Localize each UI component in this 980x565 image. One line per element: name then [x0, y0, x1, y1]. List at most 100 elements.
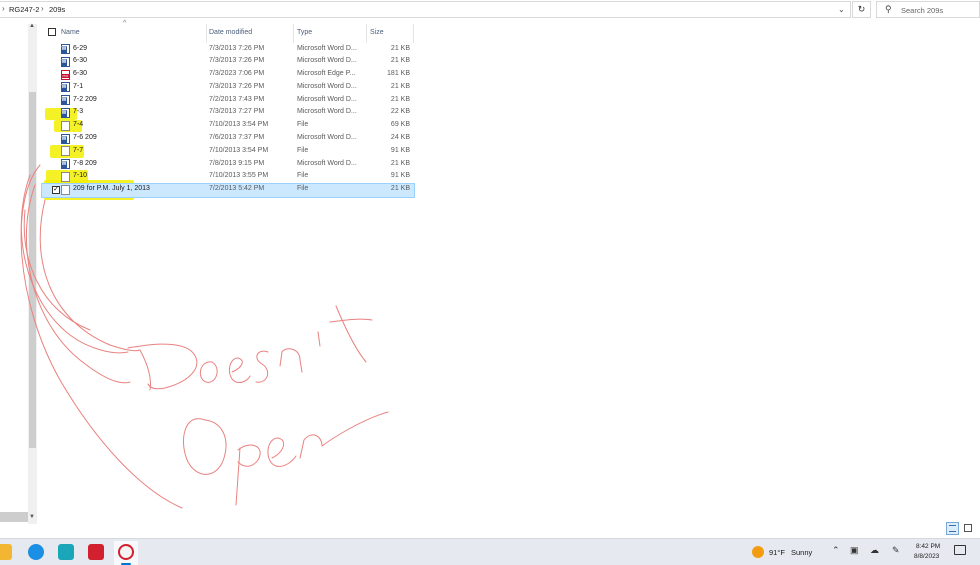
file-date-modified: 7/2/2013 5:42 PM	[209, 185, 265, 193]
clock-date[interactable]: 8/8/2023	[914, 553, 939, 560]
word-doc-icon	[61, 82, 70, 93]
file-type: Microsoft Word D...	[297, 44, 357, 52]
word-doc-icon	[61, 56, 70, 67]
taskbar-file-explorer[interactable]	[0, 541, 16, 565]
taskbar: 91°F Sunny ⌃ ▣ ☁ ✎ 8:42 PM 8/8/2023	[0, 538, 980, 565]
word-doc-icon	[61, 107, 70, 118]
column-header-type[interactable]: Type	[297, 29, 312, 36]
notification-icon[interactable]	[954, 545, 966, 555]
pen-icon[interactable]: ✎	[892, 545, 900, 556]
file-row[interactable]: 7-3 7/3/2013 7:27 PM Microsoft Word D... 22…	[42, 107, 414, 120]
scroll-down-icon[interactable]: ▼	[29, 514, 35, 520]
large-icons-view-icon	[964, 524, 972, 532]
annotation-stroke	[39, 199, 141, 352]
large-icons-view-button[interactable]	[962, 522, 975, 535]
sort-ascending-icon: ^	[123, 20, 127, 27]
file-size: 91 KB	[390, 172, 410, 180]
scrollbar-thumb[interactable]	[29, 92, 36, 448]
details-view-button[interactable]	[946, 522, 959, 535]
file-type: File	[297, 146, 309, 154]
file-row[interactable]: 6-30 7/3/2023 7:06 PM Microsoft Edge P... 1…	[42, 69, 414, 82]
file-type: Microsoft Word D...	[297, 82, 357, 90]
select-all-checkbox[interactable]	[48, 28, 56, 36]
file-date-modified: 7/3/2023 7:06 PM	[209, 70, 265, 78]
breadcrumb-rg247-2[interactable]: RG247-2	[9, 5, 39, 14]
column-header-size[interactable]: Size	[370, 29, 384, 36]
file-row[interactable]: 7-4 7/10/2013 3:54 PM File 69 KB	[42, 120, 414, 133]
scroll-up-icon[interactable]: ▲	[29, 23, 35, 29]
horizontal-scrollbar[interactable]	[0, 512, 28, 522]
annotation-stroke-t	[329, 305, 373, 363]
file-date-modified: 7/6/2013 7:37 PM	[209, 134, 265, 142]
weather-temperature[interactable]: 91°F	[769, 548, 785, 557]
file-size: 22 KB	[390, 108, 410, 116]
file-size: 21 KB	[390, 185, 410, 193]
file-row[interactable]: 7-6 209 7/6/2013 7:37 PM Microsoft Word D.…	[42, 133, 414, 146]
file-row[interactable]: 6-30 7/3/2013 7:26 PM Microsoft Word D... 2…	[42, 56, 414, 69]
file-row[interactable]: 7-8 209 7/8/2013 9:15 PM Microsoft Word D.…	[42, 158, 414, 171]
file-type: File	[297, 185, 309, 193]
file-size: 91 KB	[390, 146, 410, 154]
taskbar-app-b[interactable]	[84, 541, 108, 565]
breadcrumb-209s[interactable]: 209s	[49, 5, 65, 14]
file-date-modified: 7/3/2013 7:26 PM	[209, 82, 265, 90]
address-bar: › RG247-2 › 209s ⌄ ↻ ⚲	[0, 0, 980, 19]
file-row[interactable]: ✓ 209 for P.M. July 1, 2013 7/2/2013 5:42 …	[41, 182, 415, 198]
taskbar-edge[interactable]	[24, 541, 48, 565]
file-date-modified: 7/3/2013 7:27 PM	[209, 108, 265, 116]
search-box[interactable]: ⚲	[876, 1, 980, 18]
file-name: 7-7	[73, 146, 84, 154]
annotation-stroke-d	[127, 343, 198, 391]
taskbar-app-teal[interactable]	[54, 541, 78, 565]
column-header-date[interactable]: Date modified	[209, 29, 252, 36]
file-name: 7-2 209	[73, 95, 97, 103]
file-row[interactable]: 6-29 7/3/2013 7:26 PM Microsoft Word D... 2…	[42, 43, 414, 56]
edge-icon	[28, 544, 44, 560]
weather-condition[interactable]: Sunny	[791, 548, 812, 557]
blank-file-icon	[61, 146, 70, 157]
column-divider[interactable]	[366, 24, 367, 43]
file-date-modified: 7/10/2013 3:54 PM	[209, 146, 269, 154]
annotation-stroke-o	[199, 361, 218, 383]
file-type: Microsoft Word D...	[297, 108, 357, 116]
file-row[interactable]: 7-7 7/10/2013 3:54 PM File 91 KB	[42, 145, 414, 158]
search-icon: ⚲	[885, 4, 892, 14]
file-name: 7-1	[73, 82, 84, 90]
file-name: 6-29	[73, 44, 88, 52]
annotation-stroke-e	[267, 437, 297, 467]
file-row[interactable]: 7-1 7/3/2013 7:26 PM Microsoft Word D... 21…	[42, 81, 414, 94]
file-date-modified: 7/10/2013 3:55 PM	[209, 172, 269, 180]
chevron-down-icon[interactable]: ⌄	[838, 5, 845, 14]
search-input[interactable]	[901, 4, 977, 16]
column-divider[interactable]	[206, 24, 207, 43]
file-row[interactable]: 7-2 209 7/2/2013 7:43 PM Microsoft Word D.…	[42, 94, 414, 107]
file-list: ^ Name Date modified Type Size 6-29 7/3/2…	[41, 20, 415, 198]
meet-now-icon[interactable]: ▣	[850, 545, 859, 556]
nav-scrollbar[interactable]: ▲ ▼	[28, 23, 37, 524]
row-checkbox[interactable]: ✓	[52, 185, 60, 194]
address-field[interactable]: › RG247-2 › 209s ⌄	[0, 1, 851, 18]
file-type: Microsoft Word D...	[297, 57, 357, 65]
column-divider[interactable]	[293, 24, 294, 43]
refresh-button[interactable]: ↻	[852, 1, 871, 18]
word-doc-icon	[61, 95, 70, 106]
file-size: 181 KB	[387, 70, 410, 78]
annotation-stroke-apostrophe	[317, 331, 321, 347]
file-date-modified: 7/2/2013 7:43 PM	[209, 95, 265, 103]
b-app-icon	[88, 544, 104, 560]
file-date-modified: 7/8/2013 9:15 PM	[209, 159, 265, 167]
file-name: 7-8 209	[73, 159, 97, 167]
column-divider[interactable]	[413, 24, 414, 43]
column-header-name[interactable]: Name	[61, 29, 80, 36]
file-row[interactable]: 7-10 7/10/2013 3:55 PM File 91 KB	[42, 171, 414, 184]
annotation-stroke-o	[183, 418, 227, 475]
onedrive-cloud-icon[interactable]: ☁	[870, 545, 879, 556]
sun-icon[interactable]	[752, 546, 764, 558]
file-size: 21 KB	[390, 44, 410, 52]
file-size: 69 KB	[390, 121, 410, 129]
word-doc-icon	[61, 133, 70, 144]
clock-time[interactable]: 8:42 PM	[916, 543, 940, 550]
file-size: 21 KB	[390, 159, 410, 167]
show-hidden-icons-icon[interactable]: ⌃	[832, 545, 840, 556]
taskbar-paint-app[interactable]	[114, 541, 138, 565]
